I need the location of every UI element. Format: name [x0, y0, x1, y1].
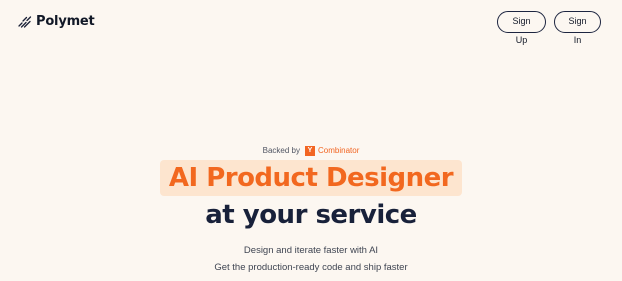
backed-by-badge: Backed by Y Combinator — [262, 144, 360, 158]
brand-name: Polymet — [36, 14, 95, 29]
sign-up-button[interactable]: Sign Up — [497, 11, 546, 45]
brand[interactable]: Polymet — [18, 14, 95, 29]
hero-title-highlight: AI Product Designer — [159, 160, 463, 196]
polymet-logo-icon — [18, 15, 32, 29]
top-nav: Polymet Sign Up Sign In — [0, 0, 622, 45]
hero-title-secondary: at your service — [205, 200, 417, 230]
hero-subtitle-line2: Get the production-ready code and ship f… — [214, 262, 408, 273]
hero-subtitle-line1: Design and iterate faster with AI — [243, 245, 379, 256]
hero-section: Backed by Y Combinator AI Product Design… — [0, 140, 622, 276]
landing-page: Polymet Sign Up Sign In Backed by Y Comb… — [0, 0, 622, 281]
sign-in-button[interactable]: Sign In — [554, 11, 601, 45]
y-combinator-name: Combinator — [318, 146, 360, 155]
y-combinator-logo: Y Combinator — [305, 145, 360, 156]
y-combinator-icon: Y — [305, 145, 315, 156]
hero-subtitle: Design and iterate faster with AI Get th… — [0, 242, 622, 276]
backed-by-label: Backed by — [262, 146, 300, 155]
auth-buttons: Sign Up Sign In — [497, 11, 601, 45]
